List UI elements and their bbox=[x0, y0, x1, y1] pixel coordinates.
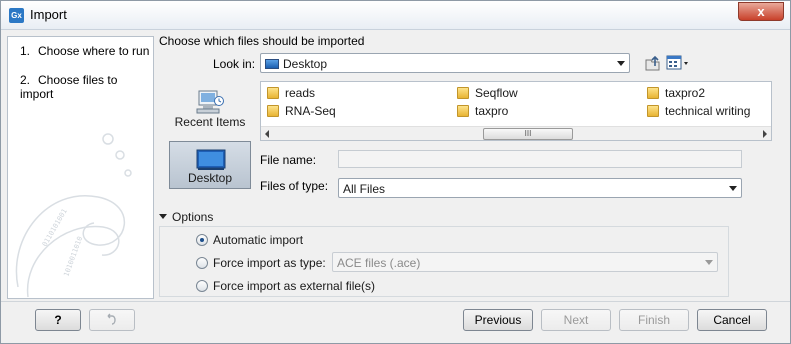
radio-button[interactable] bbox=[196, 234, 208, 246]
triangle-down-icon bbox=[159, 214, 167, 219]
list-item[interactable]: taxpro2 bbox=[647, 86, 705, 100]
scroll-right-icon[interactable] bbox=[763, 130, 767, 138]
folder-icon bbox=[647, 87, 659, 99]
look-in-value-wrap: Desktop bbox=[265, 57, 327, 71]
help-button[interactable]: ? bbox=[35, 309, 81, 331]
step-choose-where-to-run: 1. Choose where to run bbox=[20, 44, 149, 58]
folder-icon bbox=[457, 87, 469, 99]
file-list[interactable]: reads Seqflow taxpro2 RNA-Seq taxpro tec… bbox=[260, 81, 772, 141]
place-label: Desktop bbox=[187, 171, 233, 185]
file-name-field[interactable] bbox=[338, 150, 742, 168]
file-name: technical writing bbox=[665, 104, 751, 118]
desktop-small-icon bbox=[265, 59, 279, 69]
up-one-level-icon[interactable] bbox=[643, 54, 663, 72]
radio-button[interactable] bbox=[196, 257, 208, 269]
import-dialog: Gx Import x 1. Choose where to run 2. Choo… bbox=[0, 0, 791, 344]
place-desktop[interactable]: Desktop bbox=[169, 141, 251, 189]
radio-label: Force import as type: bbox=[213, 256, 326, 270]
radio-force-import-as-type[interactable]: Force import as type: bbox=[196, 256, 326, 270]
radio-automatic-import[interactable]: Automatic import bbox=[196, 233, 303, 247]
decorative-swirl-graphic: 0110101001 1010011010 bbox=[15, 133, 132, 298]
options-label: Options bbox=[172, 210, 214, 224]
list-item[interactable]: reads bbox=[267, 86, 315, 100]
dialog-footer: ? Previous Next Finish Cancel bbox=[1, 301, 790, 343]
chooser-heading: Choose which files should be imported bbox=[159, 34, 365, 48]
chevron-down-icon bbox=[729, 186, 737, 191]
look-in-dropdown[interactable]: Desktop bbox=[260, 53, 630, 73]
steps-panel: 1. Choose where to run 2. Choose files to … bbox=[7, 36, 154, 299]
svg-text:1010011010: 1010011010 bbox=[62, 235, 84, 277]
list-item[interactable]: taxpro bbox=[457, 104, 508, 118]
scroll-thumb[interactable]: III bbox=[483, 128, 573, 140]
file-name: Seqflow bbox=[475, 86, 518, 100]
list-item[interactable]: Seqflow bbox=[457, 86, 518, 100]
radio-force-import-external[interactable]: Force import as external file(s) bbox=[196, 279, 375, 293]
file-name: reads bbox=[285, 86, 316, 100]
step-choose-files-to-import: 2. Choose files to import bbox=[20, 73, 153, 101]
look-in-label: Look in: bbox=[213, 57, 256, 71]
place-recent-items[interactable]: Recent Items bbox=[169, 84, 251, 132]
import-type-value: ACE files (.ace) bbox=[337, 256, 421, 270]
app-icon: Gx bbox=[9, 8, 24, 23]
radio-label: Automatic import bbox=[213, 233, 304, 247]
list-item[interactable]: RNA-Seq bbox=[267, 104, 336, 118]
title-bar[interactable]: Gx Import x bbox=[1, 1, 790, 30]
files-of-type-dropdown[interactable]: All Files bbox=[338, 178, 742, 198]
folder-icon bbox=[267, 105, 279, 117]
horizontal-scrollbar[interactable]: III bbox=[261, 126, 771, 140]
import-type-dropdown[interactable]: ACE files (.ace) bbox=[332, 252, 718, 272]
undo-arrow-icon bbox=[107, 313, 116, 325]
svg-text:0110101001: 0110101001 bbox=[41, 207, 69, 248]
recent-items-icon bbox=[196, 90, 224, 114]
step-number: 1. bbox=[20, 44, 31, 58]
close-button[interactable]: x bbox=[738, 2, 784, 21]
places-bar: Recent Items Desktop bbox=[169, 84, 251, 204]
step-number: 2. bbox=[20, 73, 31, 87]
cancel-button[interactable]: Cancel bbox=[697, 309, 767, 331]
options-toggle[interactable]: Options bbox=[159, 210, 213, 224]
chevron-down-icon bbox=[705, 260, 713, 265]
file-name: taxpro2 bbox=[665, 86, 706, 100]
step-label: Choose where to run bbox=[38, 44, 150, 58]
files-of-type-label: Files of type: bbox=[260, 179, 329, 193]
file-name-label: File name: bbox=[260, 153, 317, 167]
folder-icon bbox=[267, 87, 279, 99]
folder-icon bbox=[457, 105, 469, 117]
desktop-icon bbox=[196, 149, 226, 170]
finish-button[interactable]: Finish bbox=[619, 309, 689, 331]
next-button[interactable]: Next bbox=[541, 309, 611, 331]
files-of-type-value: All Files bbox=[343, 182, 386, 196]
folder-icon bbox=[647, 105, 659, 117]
options-panel: Automatic import Force import as type: A… bbox=[159, 226, 729, 297]
look-in-value: Desktop bbox=[283, 57, 328, 71]
radio-label: Force import as external file(s) bbox=[213, 279, 376, 293]
view-menu-icon[interactable] bbox=[665, 54, 691, 72]
reset-button[interactable] bbox=[89, 309, 135, 331]
radio-button[interactable] bbox=[196, 280, 208, 292]
list-item[interactable]: technical writing bbox=[647, 104, 750, 118]
file-name: RNA-Seq bbox=[285, 104, 336, 118]
previous-button[interactable]: Previous bbox=[463, 309, 533, 331]
main-content: Choose which files should be imported Lo… bbox=[155, 34, 772, 299]
chevron-down-icon bbox=[617, 61, 625, 66]
scroll-left-icon[interactable] bbox=[265, 130, 269, 138]
place-label: Recent Items bbox=[174, 115, 246, 129]
file-name: taxpro bbox=[475, 104, 509, 118]
window-title: Import bbox=[30, 7, 67, 22]
